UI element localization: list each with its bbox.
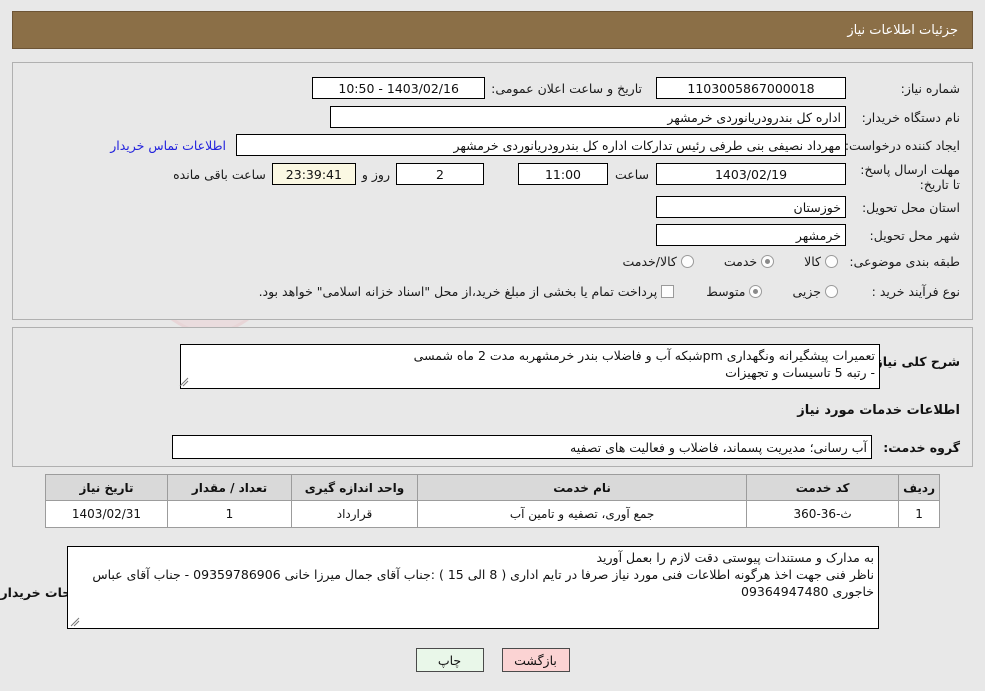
treasury-bonds-checkbox[interactable] [661,285,675,298]
col-date: تاریخ نیاز [45,474,168,501]
buyer-contact-link[interactable]: اطلاعات تماس خریدار [110,138,226,153]
deadline-hour-label: ساعت [614,166,649,182]
city-value: خرمشهر [656,224,846,246]
buyer-org-field: نام دستگاه خریدار: اداره کل بندرودریانور… [330,106,960,128]
col-name: نام خدمت [416,474,748,501]
public-announce-label: تاریخ و ساعت اعلان عمومی: [491,80,642,96]
deadline-label: مهلت ارسال پاسخ: تا تاریخ: [860,162,960,192]
table-header-row: ردیف کد خدمت نام خدمت واحد اندازه گیری ت… [45,474,940,501]
col-row: ردیف [898,474,940,501]
back-button[interactable]: بازگشت [501,648,570,672]
city-label: شهر محل تحویل: [869,227,960,243]
col-unit: واحد اندازه گیری [291,474,418,501]
purchase-process-option-jozei-label: جزیی [792,284,821,299]
classification-radio-khedmat[interactable] [761,255,775,268]
treasury-bonds-label: پرداخت تمام یا بخشی از مبلغ خرید،از محل … [258,284,658,299]
classification-option-khedmat-label: خدمت [723,254,758,269]
classification-row: طبقه بندی موضوعی: کالا خدمت کالا/خدمت [618,254,960,269]
cell-code: ث-36-360 [746,500,900,528]
cell-name: جمع آوری، تصفیه و تامین آب [416,500,748,528]
purchase-process-option-motevaset-label: متوسط [706,284,746,299]
need-number-label: شماره نیاز: [900,80,960,96]
general-description-textarea[interactable]: تعمیرات پیشگیرانه ونگهداری pmشبکه آب و ف… [180,344,880,389]
page-title-bar: جزئیات اطلاعات نیاز [12,11,973,49]
service-group-label: گروه خدمت: [883,440,960,455]
general-description-label: شرح کلی نیاز: [870,354,960,369]
cell-unit: قرارداد [291,500,418,528]
city-field: شهر محل تحویل: خرمشهر [656,224,960,246]
need-number-field: شماره نیاز: 1103005867000018 [656,77,960,99]
action-buttons: بازگشت چاپ [0,648,985,672]
services-table: ردیف کد خدمت نام خدمت واحد اندازه گیری ت… [45,474,940,528]
classification-option-kala-label: کالا [804,254,821,269]
purchase-process-row: نوع فرآیند خرید : جزیی متوسط پرداخت تمام… [255,284,960,299]
request-creator-value: مهرداد نصیفی بنی طرفی رئیس تدارکات اداره… [236,134,846,156]
deadline-days: 2 [395,163,484,185]
classification-radio-kala-khedmat[interactable] [680,255,694,268]
buyer-org-value: اداره کل بندرودریانوردی خرمشهر [330,106,846,128]
cell-row: 1 [898,500,940,528]
cell-qty: 1 [167,500,292,528]
public-announce-field: تاریخ و ساعت اعلان عمومی: 1403/02/16 - 1… [312,77,642,99]
province-field: استان محل تحویل: خوزستان [656,196,960,218]
public-announce-value: 1403/02/16 - 10:50 [312,77,486,99]
col-code: کد خدمت [746,474,900,501]
page-root: AriaTender.net جزئیات اطلاعات نیاز شماره… [0,0,985,691]
deadline-label-wrap: مهلت ارسال پاسخ: تا تاریخ: [852,162,960,192]
province-value: خوزستان [656,196,846,218]
purchase-process-radio-jozei[interactable] [825,285,838,298]
deadline-countdown: 23:39:41 [271,163,356,185]
request-creator-field: ایجاد کننده درخواست: مهرداد نصیفی بنی طر… [110,134,960,156]
service-section-title: اطلاعات خدمات مورد نیاز [797,403,960,418]
need-number-value: 1103005867000018 [656,77,846,99]
services-table-wrap: ردیف کد خدمت نام خدمت واحد اندازه گیری ت… [45,474,940,528]
province-label: استان محل تحویل: [861,199,960,215]
deadline-fields: 1403/02/19 ساعت 11:00 2 روز و 23:39:41 س… [173,163,846,185]
request-creator-label: ایجاد کننده درخواست: [844,137,960,153]
classification-option-kala-khedmat-label: کالا/خدمت [622,254,677,269]
deadline-hour: 11:00 [517,163,608,185]
buyer-notes-textarea[interactable]: به مدارک و مستندات پیوستی دقت لازم را بع… [67,546,879,629]
print-button[interactable]: چاپ [415,648,484,672]
purchase-process-label: نوع فرآیند خرید : [871,284,960,299]
deadline-days-label: روز و [361,166,390,182]
cell-date: 1403/02/31 [45,500,168,528]
need-info-panel: شماره نیاز: 1103005867000018 تاریخ و ساع… [12,62,973,320]
service-info-panel: شرح کلی نیاز: تعمیرات پیشگیرانه ونگهداری… [12,327,973,467]
col-qty: تعداد / مقدار [167,474,292,501]
purchase-process-radio-motevaset[interactable] [749,285,763,298]
page-title: جزئیات اطلاعات نیاز [847,22,958,38]
classification-radio-kala[interactable] [825,255,838,268]
deadline-remaining-label: ساعت باقی مانده [173,166,266,182]
classification-label: طبقه بندی موضوعی: [849,254,960,269]
table-row: 1 ث-36-360 جمع آوری، تصفیه و تامین آب قر… [45,500,940,528]
service-group-value: آب رسانی؛ مدیریت پسماند، فاضلاب و فعالیت… [172,435,872,459]
buyer-org-label: نام دستگاه خریدار: [861,109,960,125]
deadline-date: 1403/02/19 [656,163,846,185]
